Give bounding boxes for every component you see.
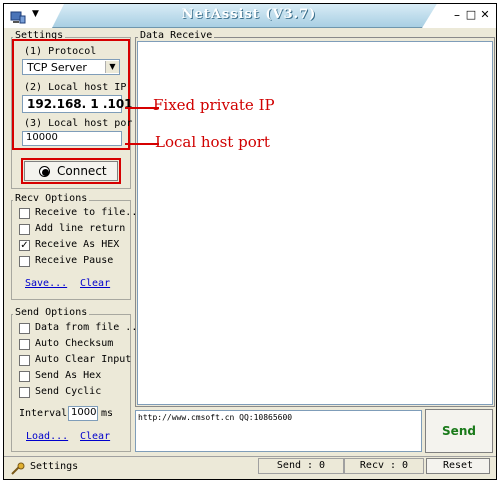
- checkbox[interactable]: [19, 256, 30, 267]
- data-receive-legend: Data Receive: [138, 30, 215, 41]
- send-label: Send: [442, 424, 476, 438]
- protocol-select[interactable]: TCP Server ▼: [22, 59, 120, 75]
- local-ip-label: (2) Local host IP: [24, 82, 127, 93]
- save-link[interactable]: Save...: [25, 278, 67, 289]
- recv-count: Recv : 0: [344, 458, 424, 474]
- load-link[interactable]: Load...: [26, 431, 68, 442]
- checkbox[interactable]: [19, 323, 30, 334]
- local-port-label: (3) Local host por: [24, 118, 133, 129]
- local-ip-input[interactable]: 192.168. 1 .101: [22, 95, 133, 113]
- annotation-fixed-ip: Fixed private IP: [153, 96, 275, 114]
- connect-label: Connect: [57, 164, 107, 178]
- maximize-icon[interactable]: □: [464, 8, 478, 23]
- send-button[interactable]: Send: [425, 409, 493, 453]
- annotation-local-port: Local host port: [155, 133, 270, 151]
- option-label: Auto Clear Input: [35, 354, 132, 365]
- send-options-legend: Send Options: [13, 307, 90, 318]
- checkbox-checked[interactable]: ✓: [19, 240, 30, 251]
- checkbox[interactable]: [19, 339, 30, 350]
- send-clear-link[interactable]: Clear: [80, 431, 110, 442]
- option-label: Send As Hex: [35, 370, 102, 381]
- send-text: http://www.cmsoft.cn QQ:10865600: [138, 413, 293, 422]
- option-label: Receive to file...: [35, 207, 144, 218]
- checkbox[interactable]: [19, 355, 30, 366]
- send-count: Send : 0: [258, 458, 344, 474]
- connect-button[interactable]: Connect: [24, 161, 118, 181]
- status-bar: Settings Send : 0 Recv : 0 Reset: [4, 456, 496, 479]
- settings-gear-icon[interactable]: [10, 461, 26, 475]
- app-window: ▼ NetAssist (V3.7) – □ ✕ Settings (1) Pr…: [3, 3, 497, 480]
- local-port-value: 10000: [26, 132, 58, 143]
- local-port-input[interactable]: 10000: [22, 131, 122, 146]
- option-label: Add line return: [35, 223, 126, 234]
- checkbox[interactable]: [19, 208, 30, 219]
- interval-label: Interval: [19, 408, 68, 419]
- close-icon[interactable]: ✕: [478, 8, 492, 23]
- interval-input[interactable]: 1000: [68, 406, 98, 421]
- protocol-label: (1) Protocol: [24, 46, 97, 57]
- recv-options-legend: Recv Options: [13, 193, 90, 204]
- interval-value: 1000: [71, 407, 97, 418]
- option-label: Data from file ...: [35, 322, 144, 333]
- option-label: Send Cyclic: [35, 386, 102, 397]
- interval-unit: ms: [101, 408, 114, 419]
- checkbox[interactable]: [19, 224, 30, 235]
- radio-indicator-icon: [39, 166, 50, 177]
- system-menu-dropdown-icon[interactable]: ▼: [32, 9, 39, 19]
- option-label: Receive Pause: [35, 255, 114, 266]
- checkbox[interactable]: [19, 371, 30, 382]
- minimize-icon[interactable]: –: [450, 8, 464, 23]
- status-settings-label[interactable]: Settings: [30, 461, 78, 472]
- local-ip-value: 192.168. 1 .101: [27, 97, 133, 111]
- title-bar: ▼ NetAssist (V3.7) – □ ✕: [4, 4, 496, 28]
- option-label: Auto Checksum: [35, 338, 114, 349]
- send-textarea[interactable]: http://www.cmsoft.cn QQ:10865600: [135, 410, 422, 452]
- reset-button[interactable]: Reset: [426, 458, 490, 474]
- app-icon[interactable]: [10, 9, 26, 24]
- option-label: Receive As HEX: [35, 239, 120, 250]
- annotation-line-port: [125, 143, 159, 145]
- protocol-value: TCP Server: [27, 61, 87, 74]
- recv-clear-link[interactable]: Clear: [80, 278, 110, 289]
- checkbox[interactable]: [19, 387, 30, 398]
- window-title: NetAssist (V3.7): [181, 7, 317, 22]
- chevron-down-icon[interactable]: ▼: [105, 61, 119, 73]
